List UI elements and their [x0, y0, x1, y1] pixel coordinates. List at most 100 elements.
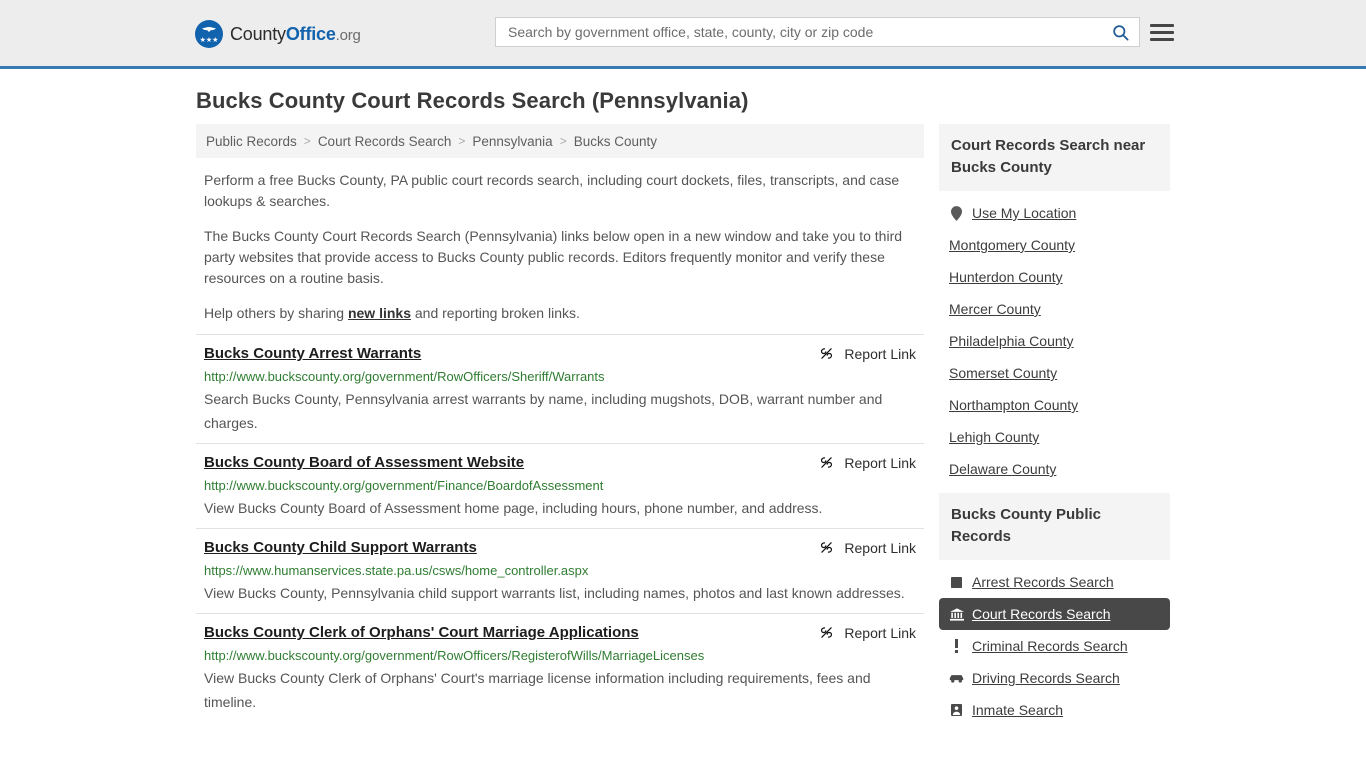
map-pin-icon: [949, 205, 964, 221]
sidebar-item-arrest-records-search[interactable]: Arrest Records Search: [939, 566, 1170, 598]
hamburger-menu-button[interactable]: [1150, 20, 1174, 44]
breadcrumb-item-bucks-county[interactable]: Bucks County: [574, 134, 657, 149]
exclamation-icon: [949, 639, 964, 653]
report-link-button[interactable]: Report Link: [818, 345, 916, 362]
breadcrumb: Public Records > Court Records Search > …: [196, 124, 924, 158]
intro-p3-prefix: Help others by sharing: [204, 305, 348, 321]
sidebar-item-label: Criminal Records Search: [972, 638, 1128, 654]
breadcrumb-separator: >: [458, 134, 466, 148]
sidebar-section-nearby: Court Records Search near Bucks County U…: [939, 124, 1170, 485]
site-header: ★★★ CountyOffice.org: [0, 0, 1366, 69]
listing-url[interactable]: http://www.buckscounty.org/government/Ro…: [204, 648, 916, 664]
listing-title-link[interactable]: Bucks County Clerk of Orphans' Court Mar…: [204, 623, 639, 643]
sidebar-item-label: Delaware County: [949, 461, 1057, 477]
intro-paragraph-3: Help others by sharing new links and rep…: [204, 303, 916, 324]
report-link-label: Report Link: [844, 345, 916, 362]
car-icon: [949, 673, 964, 684]
report-link-label: Report Link: [844, 454, 916, 471]
listing-url[interactable]: https://www.humanservices.state.pa.us/cs…: [204, 563, 916, 579]
search-input[interactable]: [496, 18, 1101, 46]
report-link-button[interactable]: Report Link: [818, 624, 916, 641]
sidebar-item-label: Montgomery County: [949, 237, 1076, 253]
brand-wordmark: CountyOffice.org: [230, 24, 361, 45]
sidebar-item-philadelphia-county[interactable]: Philadelphia County: [939, 325, 1170, 357]
sidebar-heading-public-records: Bucks County Public Records: [939, 493, 1170, 560]
broken-link-icon: [821, 348, 833, 359]
hamburger-bar-2: [1150, 30, 1174, 34]
listing-url[interactable]: http://www.buckscounty.org/government/Ro…: [204, 369, 916, 385]
listing-description: Search Bucks County, Pennsylvania arrest…: [204, 391, 883, 431]
sidebar-item-mercer-county[interactable]: Mercer County: [939, 293, 1170, 325]
sidebar-item-label: Lehigh County: [949, 429, 1040, 445]
search-icon: [1112, 24, 1128, 40]
brand-part-tld: .org: [335, 26, 361, 44]
sidebar-item-lehigh-county[interactable]: Lehigh County: [939, 421, 1170, 453]
brand-part-county: County: [230, 23, 286, 44]
sidebar-item-northampton-county[interactable]: Northampton County: [939, 389, 1170, 421]
brand-part-office: Office: [285, 23, 336, 44]
sidebar-item-court-records-search[interactable]: Court Records Search: [939, 598, 1170, 630]
listing-description: View Bucks County, Pennsylvania child su…: [204, 585, 905, 601]
breadcrumb-item-pennsylvania[interactable]: Pennsylvania: [472, 134, 552, 149]
hamburger-bar-3: [1150, 37, 1174, 41]
report-link-button[interactable]: Report Link: [818, 454, 916, 471]
sidebar-item-criminal-records-search[interactable]: Criminal Records Search: [939, 630, 1170, 662]
listing-row: Bucks County Clerk of Orphans' Court Mar…: [196, 613, 924, 722]
listing-title-link[interactable]: Bucks County Board of Assessment Website: [204, 453, 524, 473]
listing-title-link[interactable]: Bucks County Arrest Warrants: [204, 344, 421, 364]
inmate-icon: [949, 704, 964, 716]
sidebar-item-label: Driving Records Search: [972, 670, 1120, 686]
intro-p3-suffix: and reporting broken links.: [411, 305, 580, 321]
report-link-button[interactable]: Report Link: [818, 539, 916, 556]
intro-text: Perform a free Bucks County, PA public c…: [196, 158, 924, 324]
breadcrumb-separator: >: [303, 134, 311, 148]
breadcrumb-item-public-records[interactable]: Public Records: [206, 134, 297, 149]
stars-icon: ★★★: [199, 37, 219, 44]
countyoffice-emblem-icon: ★★★: [195, 20, 223, 48]
sidebar-item-driving-records-search[interactable]: Driving Records Search: [939, 662, 1170, 694]
page-title: Bucks County Court Records Search (Penns…: [196, 88, 749, 113]
intro-paragraph-1: Perform a free Bucks County, PA public c…: [204, 172, 900, 209]
sidebar-item-label: Court Records Search: [972, 606, 1111, 622]
site-logo[interactable]: ★★★ CountyOffice.org: [195, 20, 361, 48]
search-button[interactable]: [1101, 18, 1139, 46]
square-badge-icon: [949, 576, 964, 588]
sidebar-item-label: Inmate Search: [972, 702, 1064, 718]
listing-row: Bucks County Arrest Warrants Report Link…: [196, 334, 924, 443]
breadcrumb-separator: >: [559, 134, 567, 148]
nearby-county-list: Use My Location Montgomery County Hunter…: [939, 191, 1170, 485]
broken-link-icon: [821, 627, 833, 638]
sidebar-section-public-records: Bucks County Public Records Arrest Recor…: [939, 493, 1170, 726]
sidebar-item-somerset-county[interactable]: Somerset County: [939, 357, 1170, 389]
sidebar-item-label: Hunterdon County: [949, 269, 1063, 285]
new-links-link[interactable]: new links: [348, 305, 411, 321]
sidebar: Court Records Search near Bucks County U…: [939, 124, 1170, 734]
sidebar-item-hunterdon-county[interactable]: Hunterdon County: [939, 261, 1170, 293]
breadcrumb-item-court-records-search[interactable]: Court Records Search: [318, 134, 452, 149]
intro-paragraph-2: The Bucks County Court Records Search (P…: [204, 228, 903, 286]
sidebar-item-label: Somerset County: [949, 365, 1058, 381]
broken-link-icon: [821, 457, 833, 468]
public-records-list: Arrest Records Search Court Records Sear…: [939, 560, 1170, 726]
eagle-icon: [202, 27, 216, 32]
sidebar-item-montgomery-county[interactable]: Montgomery County: [939, 229, 1170, 261]
sidebar-heading-nearby: Court Records Search near Bucks County: [939, 124, 1170, 191]
sidebar-item-label: Northampton County: [949, 397, 1079, 413]
report-link-label: Report Link: [844, 539, 916, 556]
courthouse-icon: [949, 607, 964, 621]
listing-description: View Bucks County Board of Assessment ho…: [204, 500, 823, 516]
listing-title-link[interactable]: Bucks County Child Support Warrants: [204, 538, 477, 558]
sidebar-item-delaware-county[interactable]: Delaware County: [939, 453, 1170, 485]
broken-link-icon: [821, 542, 833, 553]
sidebar-item-label: Mercer County: [949, 301, 1041, 317]
sidebar-item-inmate-search[interactable]: Inmate Search: [939, 694, 1170, 726]
sidebar-item-use-my-location[interactable]: Use My Location: [939, 197, 1170, 229]
sidebar-item-label: Arrest Records Search: [972, 574, 1114, 590]
listing-row: Bucks County Board of Assessment Website…: [196, 443, 924, 528]
main-content: Public Records > Court Records Search > …: [196, 124, 924, 722]
search-bar[interactable]: [495, 17, 1140, 47]
report-link-label: Report Link: [844, 624, 916, 641]
listing-url[interactable]: http://www.buckscounty.org/government/Fi…: [204, 478, 916, 494]
hamburger-bar-1: [1150, 23, 1174, 27]
listing-description: View Bucks County Clerk of Orphans' Cour…: [204, 670, 871, 710]
